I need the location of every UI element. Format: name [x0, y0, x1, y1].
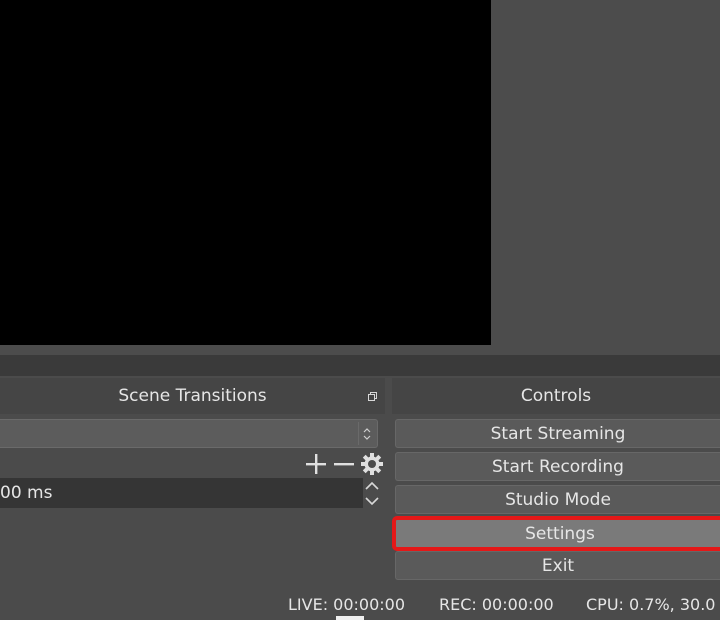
studio-mode-button[interactable]: Studio Mode	[395, 485, 720, 514]
settings-button[interactable]: Settings	[392, 516, 720, 551]
start-recording-button[interactable]: Start Recording	[395, 452, 720, 481]
live-status: LIVE: 00:00:00	[288, 595, 406, 614]
transition-toolbar	[300, 450, 384, 478]
obs-main-window: Scene Transitions 00 ms Controls Start S…	[0, 0, 720, 620]
exit-label: Exit	[541, 555, 575, 576]
minus-icon[interactable]	[332, 452, 356, 476]
preview-canvas[interactable]	[0, 0, 491, 345]
chevron-up-icon[interactable]	[364, 480, 380, 492]
scene-transitions-title-text: Scene Transitions	[118, 386, 267, 406]
transition-type-select[interactable]	[0, 419, 378, 448]
start-streaming-button[interactable]: Start Streaming	[395, 419, 720, 448]
cpu-status: CPU: 0.7%, 30.0	[586, 595, 716, 614]
plus-icon[interactable]	[304, 452, 328, 476]
start-recording-label: Start Recording	[492, 456, 624, 477]
controls-dock-title: Controls	[392, 378, 720, 414]
start-streaming-label: Start Streaming	[490, 423, 626, 444]
duration-value: 00 ms	[0, 483, 53, 503]
rec-status: REC: 00:00:00	[439, 595, 554, 614]
dock-float-icon[interactable]	[366, 390, 378, 402]
transition-duration-input[interactable]: 00 ms	[0, 478, 363, 508]
chevron-down-icon[interactable]	[364, 495, 380, 507]
studio-mode-label: Studio Mode	[505, 489, 611, 510]
live-indicator	[336, 616, 364, 620]
scene-transitions-dock-title: Scene Transitions	[0, 378, 385, 414]
duration-spinner[interactable]	[363, 478, 381, 508]
dock-splitter[interactable]	[0, 355, 720, 376]
select-updown-icon	[358, 422, 375, 445]
gear-icon[interactable]	[360, 452, 384, 476]
settings-label: Settings	[525, 523, 595, 544]
exit-button[interactable]: Exit	[395, 551, 720, 580]
controls-title-text: Controls	[520, 386, 592, 406]
